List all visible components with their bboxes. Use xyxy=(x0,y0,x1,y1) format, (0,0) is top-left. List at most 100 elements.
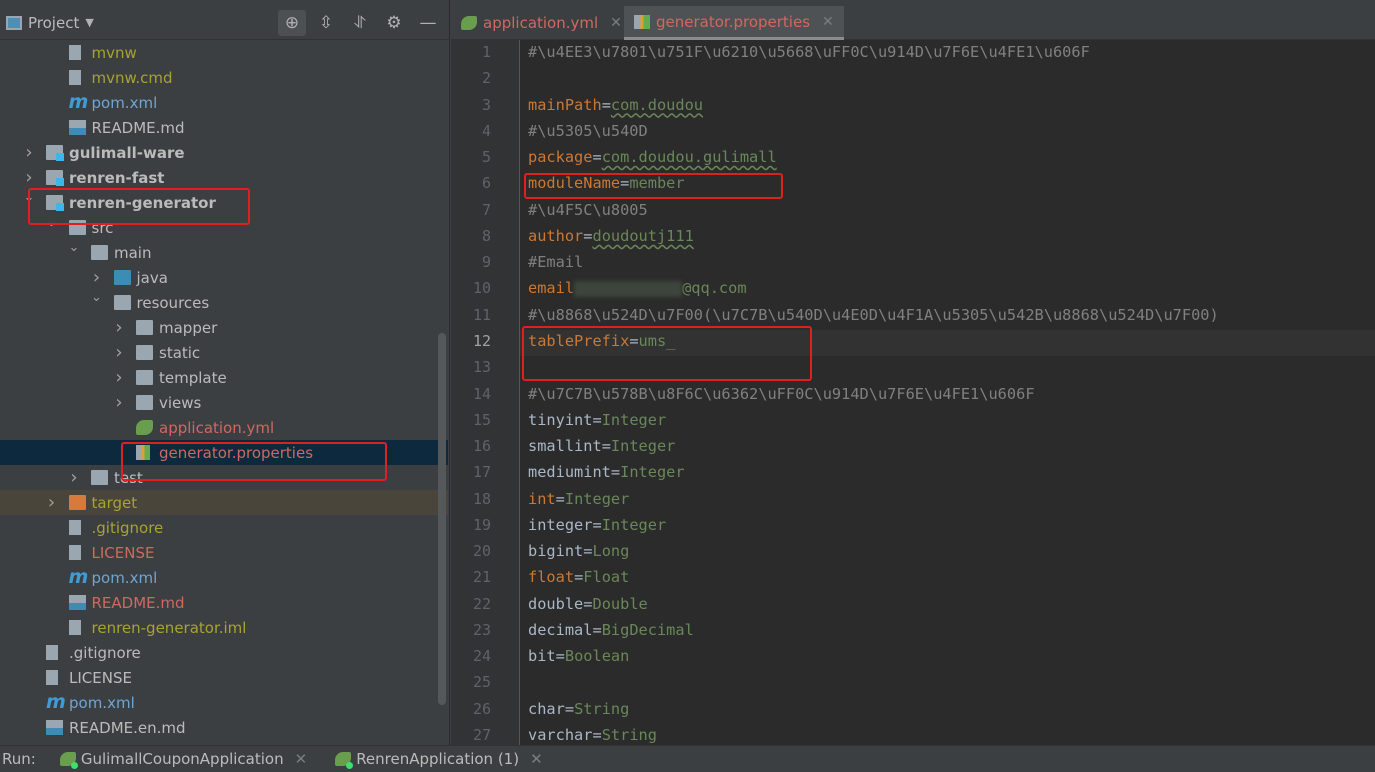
tree-item[interactable]: › mapper xyxy=(0,315,448,340)
property-key: package xyxy=(528,148,593,167)
tree-item[interactable]: › test xyxy=(0,465,448,490)
collapse-all-icon[interactable]: ⥯ xyxy=(346,10,374,36)
code-line[interactable]: float=Float xyxy=(528,568,629,586)
close-icon[interactable]: ✕ xyxy=(530,750,543,768)
run-tab-coupon[interactable]: GulimallCouponApplication ✕ xyxy=(59,750,308,769)
code-line[interactable]: mainPath=com.doudou xyxy=(528,96,703,114)
code-line[interactable]: #\u4EE3\u7801\u751F\u6210\u5668\uFF0C\u9… xyxy=(528,43,1090,61)
tree-item-label: mapper xyxy=(159,318,218,337)
property-value: ums_ xyxy=(638,331,676,350)
code-line[interactable]: double=Double xyxy=(528,595,648,613)
chevron-right-icon[interactable]: › xyxy=(68,467,80,488)
code-line[interactable]: tablePrefix=ums_ xyxy=(528,332,675,350)
property-key: email xyxy=(528,279,575,298)
line-number-gutter: 1 2 3 4 5 6 7 8 9 10 11 12 13 14 15 16 17 18 19 20 21 22 23 24 2… xyxy=(451,40,520,745)
tab-application-yml[interactable]: application.yml ✕ xyxy=(451,6,632,40)
code-line[interactable]: int=Integer xyxy=(528,490,629,508)
run-tab-renren[interactable]: RenrenApplication (1) ✕ xyxy=(335,750,543,769)
tree-item-label: README.md xyxy=(91,118,185,137)
minimize-icon[interactable]: — xyxy=(414,10,442,36)
tree-item[interactable]: ⌄ main xyxy=(0,240,448,265)
tree-item[interactable]: generator.properties xyxy=(0,440,448,465)
tree-item[interactable]: .gitignore xyxy=(0,515,448,540)
code-line[interactable]: author=doudoutj111 xyxy=(528,227,694,245)
code-line[interactable]: integer=Integer xyxy=(528,516,666,534)
code-line[interactable]: mediumint=Integer xyxy=(528,463,685,481)
expand-all-icon[interactable]: ⇳ xyxy=(312,10,340,36)
code-line[interactable]: #Email xyxy=(528,253,583,271)
code-line[interactable]: tinyint=Integer xyxy=(528,411,666,429)
tree-scrollbar[interactable] xyxy=(438,333,446,705)
tree-item[interactable]: › gulimall-ware xyxy=(0,140,448,165)
code-line[interactable]: bit=Boolean xyxy=(528,647,629,665)
code-line[interactable]: char=String xyxy=(528,700,629,718)
tree-item[interactable]: › target xyxy=(0,490,448,515)
property-value: Long xyxy=(592,542,630,561)
gear-icon[interactable]: ⚙ xyxy=(380,10,408,36)
tree-item[interactable]: › java xyxy=(0,265,448,290)
tree-item[interactable]: ⌄ resources xyxy=(0,290,448,315)
property-key: moduleName xyxy=(528,174,621,193)
tree-item[interactable]: README.en.md xyxy=(0,715,448,740)
code-line[interactable]: package=com.doudou.gulimall xyxy=(528,148,777,166)
tree-item[interactable]: mvnw.cmd xyxy=(0,65,448,90)
line-number: 5 xyxy=(481,148,491,167)
tree-item[interactable]: › template xyxy=(0,365,448,390)
chevron-down-icon[interactable]: ⌄ xyxy=(91,290,103,305)
tree-item[interactable]: › views xyxy=(0,390,448,415)
code-line[interactable]: email @qq.com xyxy=(528,279,747,297)
tree-item[interactable]: README.md xyxy=(0,590,448,615)
tree-item[interactable]: LICENSE xyxy=(0,540,448,565)
close-icon[interactable]: ✕ xyxy=(610,15,622,31)
tree-item[interactable]: README.md xyxy=(0,115,448,140)
chevron-down-icon[interactable]: ⌄ xyxy=(46,215,58,230)
code-line[interactable]: smallint=Integer xyxy=(528,437,675,455)
tree-item[interactable]: m pom.xml xyxy=(0,90,448,115)
tree-item[interactable]: ⌄ renren-generator xyxy=(0,190,448,215)
code-line[interactable]: #\u4F5C\u8005 xyxy=(528,201,648,219)
tab-generator-properties[interactable]: generator.properties ✕ xyxy=(624,6,844,40)
line-number: 6 xyxy=(481,174,491,193)
property-key: float xyxy=(528,568,575,587)
tree-item[interactable]: renren-generator.iml xyxy=(0,615,448,640)
chevron-right-icon[interactable]: › xyxy=(113,392,125,413)
chevron-down-icon[interactable]: ⌄ xyxy=(68,240,80,255)
chevron-right-icon[interactable]: › xyxy=(91,267,103,288)
chevron-down-icon[interactable]: ⌄ xyxy=(23,190,35,205)
tree-item[interactable]: › static xyxy=(0,340,448,365)
code-line[interactable]: decimal=BigDecimal xyxy=(528,621,694,639)
tree-item-label: java xyxy=(136,268,168,287)
chevron-right-icon[interactable]: › xyxy=(113,367,125,388)
property-value: member xyxy=(629,174,685,193)
tree-item[interactable]: m pom.xml xyxy=(0,690,448,715)
equals-sign: = xyxy=(574,568,584,587)
project-view-selector[interactable]: Project ▼ xyxy=(6,14,94,32)
markdown-file-icon xyxy=(46,720,63,735)
equals-sign: = xyxy=(592,726,602,745)
tree-item[interactable]: › renren-fast xyxy=(0,165,448,190)
code-line[interactable]: varchar=String xyxy=(528,726,657,744)
tree-item[interactable]: application.yml xyxy=(0,415,448,440)
close-icon[interactable]: ✕ xyxy=(295,750,308,768)
tree-item[interactable]: m pom.xml xyxy=(0,565,448,590)
chevron-right-icon[interactable]: › xyxy=(46,492,58,513)
tree-item[interactable]: .gitignore xyxy=(0,640,448,665)
code-line[interactable]: #\u7C7B\u578B\u8F6C\u6362\uFF0C\u914D\u7… xyxy=(528,385,1035,403)
code-editor[interactable]: 1 2 3 4 5 6 7 8 9 10 11 12 13 14 15 16 17 18 19 20 21 22 23 24 2… xyxy=(451,40,1375,745)
code-line[interactable]: #\u5305\u540D xyxy=(528,122,648,140)
tree-item[interactable]: mvnw xyxy=(0,40,448,65)
code-line[interactable]: moduleName=member xyxy=(528,174,685,192)
code-line[interactable]: #\u8868\u524D\u7F00(\u7C7B\u540D\u4E0D\u… xyxy=(528,306,1219,324)
chevron-right-icon[interactable]: › xyxy=(113,317,125,338)
code-line[interactable]: bigint=Long xyxy=(528,542,629,560)
close-icon[interactable]: ✕ xyxy=(822,14,834,30)
line-number: 14 xyxy=(472,384,491,403)
tree-item[interactable]: LICENSE xyxy=(0,665,448,690)
chevron-right-icon[interactable]: › xyxy=(23,142,35,163)
chevron-right-icon[interactable]: › xyxy=(23,167,35,188)
locate-icon[interactable]: ⊕ xyxy=(278,10,306,36)
tree-item[interactable]: ⌄ src xyxy=(0,215,448,240)
folder-icon xyxy=(68,220,86,235)
comment: #\u8868\u524D\u7F00(\u7C7B\u540D\u4E0D\u… xyxy=(528,305,1219,324)
chevron-right-icon[interactable]: › xyxy=(113,342,125,363)
